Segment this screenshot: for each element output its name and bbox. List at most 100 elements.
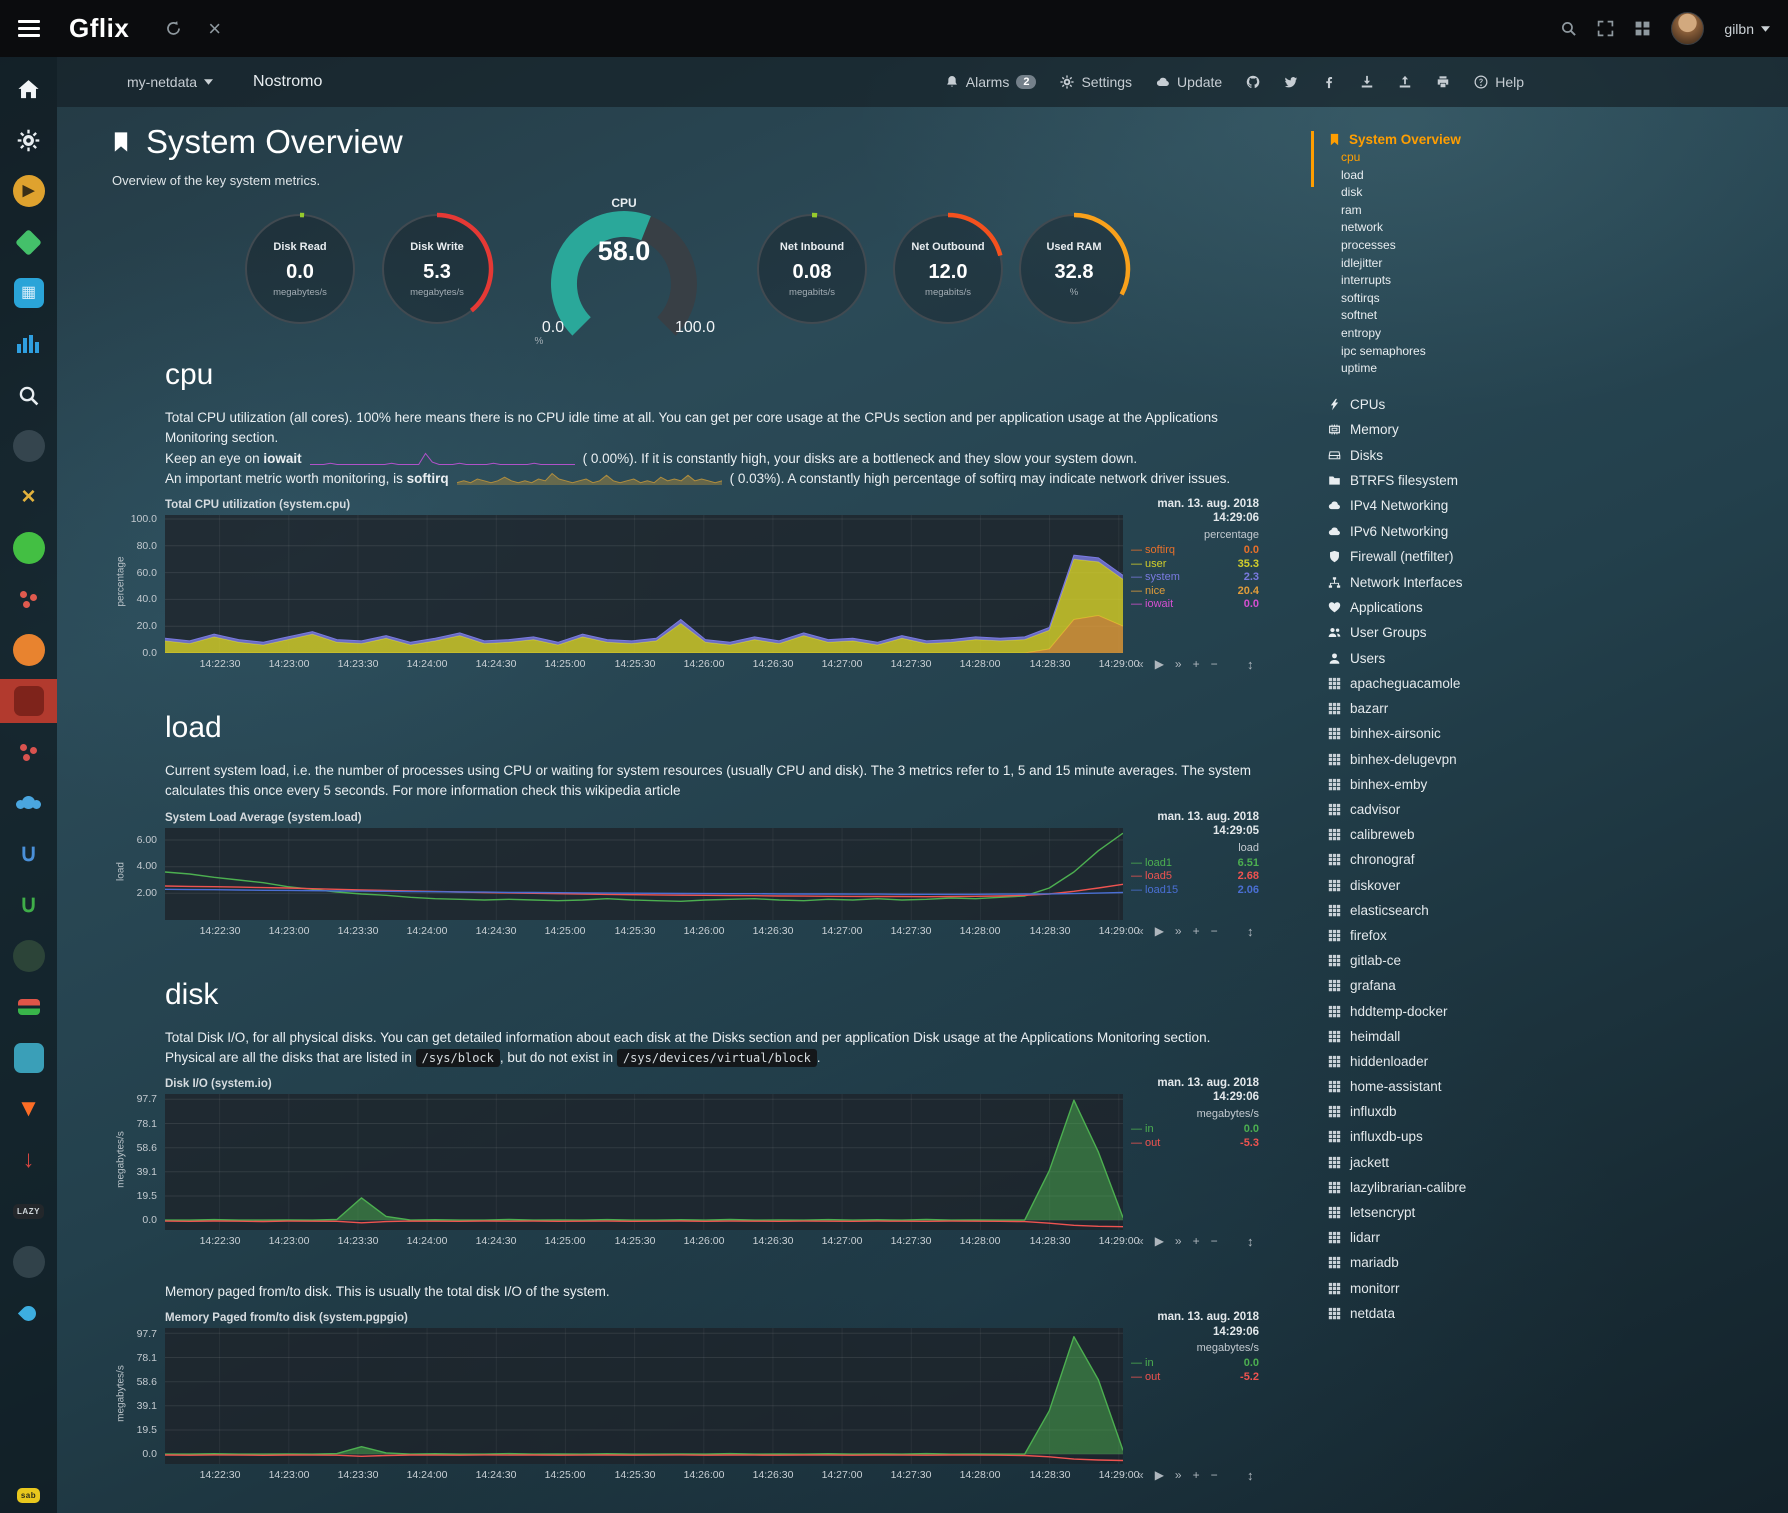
gauge-cpu[interactable]: CPU58.00.0100.0% (519, 196, 729, 351)
app-dark-app[interactable] (0, 938, 57, 974)
host-dropdown[interactable]: my-netdata (127, 74, 213, 90)
github-icon[interactable] (1246, 75, 1260, 89)
menu-app-influxdb-ups[interactable]: influxdb-ups (1328, 1124, 1580, 1149)
apps-grid-icon[interactable] (1634, 20, 1651, 37)
menu-app-gitlab-ce[interactable]: gitlab-ce (1328, 948, 1580, 973)
menu-app-mariadb[interactable]: mariadb (1328, 1250, 1580, 1275)
cpu-chart[interactable]: Total CPU utilization (system.cpu)man. 1… (165, 499, 1260, 685)
settings-button[interactable]: Settings (1060, 74, 1132, 90)
legend-item-in[interactable]: — in0.0 (1131, 1357, 1259, 1371)
chart-zoom-in-button[interactable]: + (1193, 657, 1200, 671)
export-icon[interactable] (1398, 75, 1412, 89)
menu-section-disks[interactable]: Disks (1328, 443, 1580, 468)
user-menu[interactable]: gilbn (1724, 21, 1770, 37)
menu-section-applications[interactable]: Applications (1328, 595, 1580, 620)
menu-app-letsencrypt[interactable]: letsencrypt (1328, 1200, 1580, 1225)
menu-section-firewall-netfilter-[interactable]: Firewall (netfilter) (1328, 544, 1580, 569)
chart-zoom-out-button[interactable]: − (1211, 1468, 1218, 1482)
menu-app-chronograf[interactable]: chronograf (1328, 847, 1580, 872)
menu-section-btrfs-filesystem[interactable]: BTRFS filesystem (1328, 468, 1580, 493)
menu-section-users[interactable]: Users (1328, 646, 1580, 671)
menu-app-calibreweb[interactable]: calibreweb (1328, 822, 1580, 847)
chart-resize-handle[interactable]: ↕ (1247, 657, 1254, 672)
app-sabnzbd[interactable]: sab (0, 1477, 57, 1513)
legend-item-system[interactable]: — system2.3 (1131, 571, 1259, 585)
memory-paged-chart[interactable]: Memory Paged from/to disk (system.pgpgio… (165, 1312, 1260, 1496)
chart-zoom-out-button[interactable]: − (1211, 924, 1218, 938)
app-emby[interactable] (0, 224, 57, 260)
menu-subitem-processes[interactable]: processes (1328, 237, 1580, 255)
app-plex[interactable]: ▶ (0, 173, 57, 209)
disk-chart[interactable]: Disk I/O (system.io)man. 13. aug. 201814… (165, 1078, 1260, 1262)
menu-app-diskover[interactable]: diskover (1328, 873, 1580, 898)
menu-section-cpus[interactable]: CPUs (1328, 392, 1580, 417)
search-icon[interactable] (1560, 20, 1577, 37)
menu-subitem-softirqs[interactable]: softirqs (1328, 290, 1580, 308)
legend-item-out[interactable]: — out-5.2 (1131, 1371, 1259, 1385)
menu-subitem-softnet[interactable]: softnet (1328, 307, 1580, 325)
menu-subitem-load[interactable]: load (1328, 167, 1580, 185)
chart-mem-plot[interactable] (165, 1328, 1123, 1464)
chart-pan-forward-button[interactable]: » (1175, 1468, 1182, 1482)
chart-resize-handle[interactable]: ↕ (1247, 1468, 1254, 1483)
refresh-icon[interactable] (165, 20, 182, 37)
chart-pan-forward-button[interactable]: » (1175, 1234, 1182, 1248)
app-org-app[interactable] (0, 1244, 57, 1280)
menu-section-network-interfaces[interactable]: Network Interfaces (1328, 569, 1580, 594)
facebook-icon[interactable] (1322, 75, 1336, 89)
menu-app-jackett[interactable]: jackett (1328, 1150, 1580, 1175)
menu-app-apacheguacamole[interactable]: apacheguacamole (1328, 671, 1580, 696)
chart-pan-backward-button[interactable]: « (1137, 1468, 1144, 1482)
menu-app-home-assistant[interactable]: home-assistant (1328, 1074, 1580, 1099)
chart-play-button[interactable]: ▶ (1155, 1468, 1164, 1482)
app-tautulli[interactable] (0, 632, 57, 668)
menu-section-system-overview[interactable]: System Overview (1328, 129, 1580, 149)
app-download-app[interactable]: ↓ (0, 1142, 57, 1178)
chart-cpu-plot[interactable] (165, 515, 1123, 653)
menu-toggle-button[interactable] (0, 0, 57, 57)
app-home[interactable] (0, 71, 57, 107)
menu-subitem-entropy[interactable]: entropy (1328, 325, 1580, 343)
app-cluster-app[interactable] (0, 581, 57, 617)
menu-app-elasticsearch[interactable]: elasticsearch (1328, 898, 1580, 923)
app-monitor-app[interactable] (0, 428, 57, 464)
menu-app-hddtemp-docker[interactable]: hddtemp-docker (1328, 998, 1580, 1023)
app-jackett[interactable]: × (0, 479, 57, 515)
menu-app-monitorr[interactable]: monitorr (1328, 1276, 1580, 1301)
menu-subitem-interrupts[interactable]: interrupts (1328, 272, 1580, 290)
menu-app-influxdb[interactable]: influxdb (1328, 1099, 1580, 1124)
chart-zoom-in-button[interactable]: + (1193, 924, 1200, 938)
chart-zoom-in-button[interactable]: + (1193, 1468, 1200, 1482)
menu-app-netdata[interactable]: netdata (1328, 1301, 1580, 1326)
app-airsonic[interactable] (0, 326, 57, 362)
menu-subitem-ram[interactable]: ram (1328, 202, 1580, 220)
gauge-disk-read[interactable]: Disk Read0.0megabytes/s (241, 210, 359, 333)
app-ubooquity[interactable]: ∪ (0, 887, 57, 923)
help-button[interactable]: Help (1474, 74, 1524, 90)
chart-resize-handle[interactable]: ↕ (1247, 1234, 1254, 1249)
chart-pan-backward-button[interactable]: « (1137, 1234, 1144, 1248)
menu-subitem-ipc-semaphores[interactable]: ipc semaphores (1328, 343, 1580, 361)
chart-disk-plot[interactable] (165, 1094, 1123, 1230)
app-duplicati[interactable] (0, 1295, 57, 1331)
chart-load-plot[interactable] (165, 828, 1123, 920)
twitter-icon[interactable] (1284, 75, 1298, 89)
menu-app-grafana[interactable]: grafana (1328, 973, 1580, 998)
menu-subitem-network[interactable]: network (1328, 219, 1580, 237)
import-icon[interactable] (1360, 75, 1374, 89)
menu-app-binhex-emby[interactable]: binhex-emby (1328, 772, 1580, 797)
app-status-app[interactable] (0, 989, 57, 1025)
menu-app-firefox[interactable]: firefox (1328, 923, 1580, 948)
menu-app-bazarr[interactable]: bazarr (1328, 696, 1580, 721)
avatar[interactable] (1671, 12, 1704, 45)
menu-subitem-disk[interactable]: disk (1328, 184, 1580, 202)
menu-section-user-groups[interactable]: User Groups (1328, 620, 1580, 645)
chart-zoom-out-button[interactable]: − (1211, 657, 1218, 671)
gauge-net-inbound[interactable]: Net Inbound0.08megabits/s (753, 210, 871, 333)
close-icon[interactable]: × (208, 18, 221, 40)
alarms-button[interactable]: Alarms 2 (945, 74, 1037, 90)
legend-item-load15[interactable]: — load152.06 (1131, 884, 1259, 898)
chart-resize-handle[interactable]: ↕ (1247, 924, 1254, 939)
legend-item-load5[interactable]: — load52.68 (1131, 870, 1259, 884)
update-button[interactable]: Update (1156, 74, 1222, 90)
